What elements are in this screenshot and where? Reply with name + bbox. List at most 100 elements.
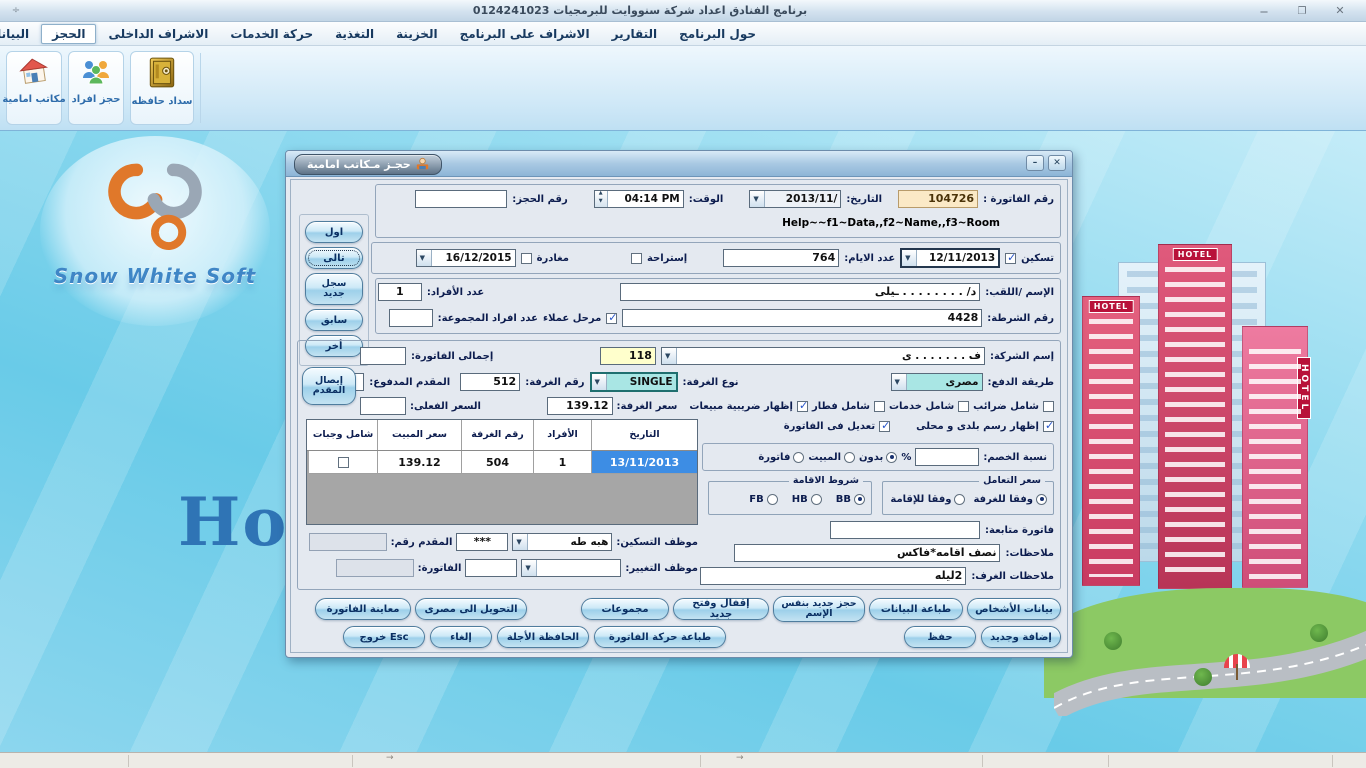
show-sales-tax-checkbox[interactable] bbox=[797, 401, 808, 412]
discount-none-radio[interactable] bbox=[886, 452, 897, 463]
rest-checkbox[interactable] bbox=[631, 253, 642, 264]
dialog-titlebar[interactable]: حجـز مـكاتب امامية – ✕ bbox=[286, 151, 1072, 177]
chevron-down-icon[interactable] bbox=[592, 374, 607, 390]
chevron-down-icon[interactable] bbox=[522, 560, 537, 576]
include-taxes-checkbox[interactable] bbox=[1043, 401, 1054, 412]
preview-invoice-button[interactable]: معاينة الفاتورة bbox=[315, 598, 411, 620]
time-spinner[interactable]: 04:14 PM bbox=[594, 190, 684, 208]
booking-no-input[interactable] bbox=[415, 190, 507, 208]
cell-meals-included[interactable] bbox=[309, 451, 377, 474]
bb-radio[interactable] bbox=[854, 494, 865, 505]
discount-input[interactable] bbox=[915, 448, 979, 466]
date-combo[interactable]: 2013/11/ bbox=[749, 190, 841, 208]
actual-price-input[interactable] bbox=[360, 397, 406, 415]
group-count-input[interactable] bbox=[389, 309, 433, 327]
police-no-input[interactable]: 4428 bbox=[622, 309, 982, 327]
groups-button[interactable]: مجموعات bbox=[581, 598, 669, 620]
checkin-checkbox[interactable] bbox=[1005, 253, 1016, 264]
include-services-checkbox[interactable] bbox=[958, 401, 969, 412]
cell-room-no[interactable]: 504 bbox=[461, 451, 533, 474]
departure-date-combo[interactable]: 16/12/2015 bbox=[416, 249, 516, 267]
checkin-date-combo[interactable]: 12/11/2013 bbox=[900, 248, 1000, 268]
chevron-down-icon[interactable] bbox=[417, 250, 432, 266]
save-button[interactable]: حفظ bbox=[904, 626, 976, 648]
follow-invoice-input[interactable] bbox=[830, 521, 980, 539]
per-stay-radio[interactable] bbox=[954, 494, 965, 505]
departure-checkbox[interactable] bbox=[521, 253, 532, 264]
masked-code-box[interactable]: *** bbox=[456, 533, 508, 551]
cell-date[interactable]: 13/11/2013 bbox=[591, 451, 697, 474]
persons-input[interactable]: 1 bbox=[378, 283, 422, 301]
close-icon[interactable] bbox=[1332, 4, 1348, 18]
room-no-input[interactable]: 512 bbox=[460, 373, 520, 391]
dialog-close-icon[interactable]: ✕ bbox=[1048, 155, 1066, 171]
safe-payment-button[interactable]: سداد حافظه bbox=[130, 51, 194, 125]
menu-item-about[interactable]: حول البرنامج bbox=[669, 25, 766, 43]
cancel-button[interactable]: إلغاء bbox=[430, 626, 492, 648]
individual-booking-button[interactable]: حجز افراد bbox=[68, 51, 124, 125]
invoice-total-input[interactable] bbox=[360, 347, 406, 365]
maximize-icon[interactable] bbox=[1294, 4, 1310, 18]
payment-method-combo[interactable]: مصرى bbox=[891, 373, 983, 391]
print-data-button[interactable]: طباعة البيانات bbox=[869, 598, 963, 620]
per-room-radio[interactable] bbox=[1036, 494, 1047, 505]
prev-record-button[interactable]: سابق bbox=[305, 309, 363, 331]
chevron-down-icon[interactable] bbox=[662, 348, 677, 364]
menu-item-catering[interactable]: التغذية bbox=[325, 25, 384, 43]
minimize-icon[interactable] bbox=[1256, 4, 1272, 18]
checkin-label: تسكين bbox=[1021, 253, 1054, 264]
chevron-down-icon[interactable] bbox=[750, 191, 765, 207]
include-breakfast-checkbox[interactable] bbox=[874, 401, 885, 412]
menu-item-basic-data[interactable]: البيانات الاساسية bbox=[0, 25, 39, 43]
front-offices-button[interactable]: مكاتب امامية bbox=[6, 51, 62, 125]
migrated-clients-checkbox[interactable] bbox=[606, 313, 617, 324]
deferred-wallet-button[interactable]: الحافظة الأجلة bbox=[497, 626, 589, 648]
chevron-down-icon[interactable] bbox=[902, 250, 917, 266]
discount-invoice-radio[interactable] bbox=[793, 452, 804, 463]
cell-persons[interactable]: 1 bbox=[533, 451, 591, 474]
meals-included-checkbox[interactable] bbox=[338, 457, 349, 468]
new-booking-same-name-button[interactable]: حجز جديد بنفس الإسم bbox=[773, 596, 865, 622]
table-row[interactable]: 13/11/2013 1 504 139.12 bbox=[307, 451, 697, 474]
hb-radio[interactable] bbox=[811, 494, 822, 505]
print-invoice-movement-button[interactable]: طباعة حركة الفاتورة bbox=[594, 626, 726, 648]
chevron-down-icon[interactable] bbox=[892, 374, 907, 390]
change-employee-combo[interactable] bbox=[521, 559, 621, 577]
road bbox=[1054, 596, 1366, 716]
esc-exit-button[interactable]: Esc خروج bbox=[343, 626, 425, 648]
cell-night-price[interactable]: 139.12 bbox=[377, 451, 461, 474]
discount-night-radio[interactable] bbox=[844, 452, 855, 463]
first-record-button[interactable]: اول bbox=[305, 221, 363, 243]
chevron-down-icon[interactable] bbox=[513, 534, 528, 550]
dialog-minimize-icon[interactable]: – bbox=[1026, 155, 1044, 171]
company-combo[interactable]: ف . . . . . . . ى bbox=[661, 347, 985, 365]
room-type-combo[interactable]: SINGLE bbox=[590, 372, 678, 392]
advance-receipt-button[interactable]: إيصال المقدم bbox=[302, 367, 356, 405]
menu-item-reports[interactable]: التقارير bbox=[602, 25, 668, 43]
days-input[interactable]: 764 bbox=[723, 249, 839, 267]
close-and-open-new-button[interactable]: إقفال وفتح جديد bbox=[673, 598, 769, 620]
room-price-input[interactable]: 139.12 bbox=[547, 397, 613, 415]
menu-item-booking[interactable]: الحجز bbox=[41, 24, 96, 44]
room-notes-input[interactable]: 2ليله bbox=[700, 567, 966, 585]
new-record-button[interactable]: سجل جديد bbox=[305, 273, 363, 305]
add-and-new-button[interactable]: إضافة وجديد bbox=[981, 626, 1061, 648]
menu-item-treasury[interactable]: الخزينة bbox=[386, 25, 447, 43]
edit-in-invoice-checkbox[interactable] bbox=[879, 421, 890, 432]
menu-item-program-supervision[interactable]: الاشراف على البرنامج bbox=[450, 25, 600, 43]
quick-access-icon[interactable] bbox=[8, 4, 24, 18]
invoice-no-value[interactable]: 104726 bbox=[898, 190, 978, 208]
fb-radio[interactable] bbox=[767, 494, 778, 505]
checkin-employee-combo[interactable]: هبه طه bbox=[512, 533, 612, 551]
show-local-fees-checkbox[interactable] bbox=[1043, 421, 1054, 432]
company-code-value[interactable]: 118 bbox=[600, 347, 656, 365]
spinner-arrows-icon[interactable] bbox=[595, 191, 608, 207]
persons-data-button[interactable]: بيانات الأشخاص bbox=[967, 598, 1061, 620]
menu-item-services[interactable]: حركة الخدمات bbox=[220, 25, 323, 43]
convert-to-egyptian-button[interactable]: التحويل الى مصرى bbox=[415, 598, 527, 620]
notes-input[interactable]: نصف اقامه*فاكس bbox=[734, 544, 1000, 562]
change-code-box[interactable] bbox=[465, 559, 517, 577]
next-record-button[interactable]: تالى bbox=[305, 247, 363, 269]
guest-name-input[interactable]: د/ . . . . . . . . ـيلى bbox=[620, 283, 980, 301]
menu-item-internal-supervision[interactable]: الاشراف الداخلى bbox=[98, 25, 218, 43]
